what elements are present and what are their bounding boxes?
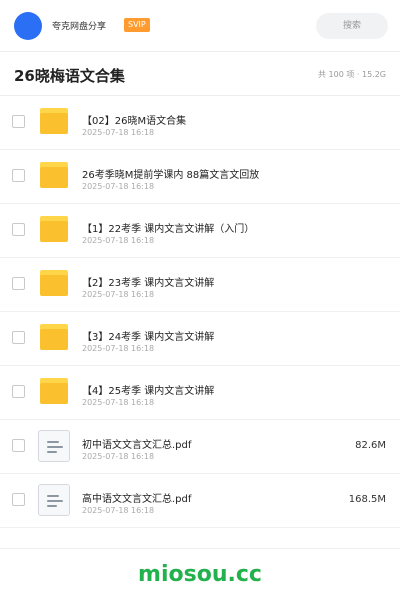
item-checkbox[interactable] bbox=[12, 169, 25, 182]
file-date: 2025-07-18 16:18 bbox=[82, 398, 155, 407]
file-date: 2025-07-18 16:18 bbox=[82, 290, 155, 299]
list-item[interactable]: 【3】24考季 课内文言文讲解 2025-07-18 16:18 bbox=[0, 312, 400, 366]
file-name: 26考季晓M提前学课内 88篇文言文回放 bbox=[82, 170, 260, 181]
file-date: 2025-07-18 16:18 bbox=[82, 452, 155, 461]
item-checkbox[interactable] bbox=[12, 277, 25, 290]
list-item[interactable]: 【4】25考季 课内文言文讲解 2025-07-18 16:18 bbox=[0, 366, 400, 420]
avatar[interactable] bbox=[14, 12, 42, 40]
file-name: 【1】22考季 课内文言文讲解（入门） bbox=[82, 224, 255, 235]
file-name: 【2】23考季 课内文言文讲解 bbox=[82, 278, 215, 289]
file-list: 【02】26晓M语文合集 2025-07-18 16:18 26考季晓M提前学课… bbox=[0, 96, 400, 528]
file-date: 2025-07-18 16:18 bbox=[82, 506, 155, 515]
file-name: 高中语文文言文汇总.pdf bbox=[82, 494, 192, 505]
folder-icon bbox=[40, 378, 68, 404]
folder-icon bbox=[40, 270, 68, 296]
item-checkbox[interactable] bbox=[12, 385, 25, 398]
file-date: 2025-07-18 16:18 bbox=[82, 344, 155, 353]
folder-icon bbox=[40, 216, 68, 242]
file-date: 2025-07-18 16:18 bbox=[82, 182, 155, 191]
folder-header: 26晓梅语文合集 共 100 项 · 15.2G bbox=[0, 52, 400, 96]
footer: miosou.cc bbox=[0, 548, 400, 600]
top-bar: 夸克网盘分享 SVIP 搜索 bbox=[0, 0, 400, 52]
folder-icon bbox=[40, 162, 68, 188]
item-checkbox[interactable] bbox=[12, 223, 25, 236]
file-name: 初中语文文言文汇总.pdf bbox=[82, 440, 192, 451]
file-name: 【02】26晓M语文合集 bbox=[82, 116, 187, 127]
item-checkbox[interactable] bbox=[12, 493, 25, 506]
item-checkbox[interactable] bbox=[12, 115, 25, 128]
document-icon bbox=[38, 484, 70, 516]
list-item[interactable]: 26考季晓M提前学课内 88篇文言文回放 2025-07-18 16:18 bbox=[0, 150, 400, 204]
file-name: 【3】24考季 课内文言文讲解 bbox=[82, 332, 215, 343]
folder-icon bbox=[40, 108, 68, 134]
item-checkbox[interactable] bbox=[12, 331, 25, 344]
list-item[interactable]: 【2】23考季 课内文言文讲解 2025-07-18 16:18 bbox=[0, 258, 400, 312]
account-name: 夸克网盘分享 bbox=[52, 22, 107, 32]
file-size: 82.6M bbox=[355, 440, 386, 451]
item-checkbox[interactable] bbox=[12, 439, 25, 452]
vip-badge: SVIP bbox=[124, 18, 150, 32]
list-item[interactable]: 高中语文文言文汇总.pdf 2025-07-18 16:18 168.5M bbox=[0, 474, 400, 528]
list-item[interactable]: 初中语文文言文汇总.pdf 2025-07-18 16:18 82.6M bbox=[0, 420, 400, 474]
search-input[interactable]: 搜索 bbox=[316, 13, 388, 39]
folder-stats: 共 100 项 · 15.2G bbox=[318, 70, 386, 79]
file-size: 168.5M bbox=[348, 494, 386, 505]
file-date: 2025-07-18 16:18 bbox=[82, 236, 155, 245]
watermark-text: miosou.cc bbox=[138, 562, 262, 587]
list-item[interactable]: 【02】26晓M语文合集 2025-07-18 16:18 bbox=[0, 96, 400, 150]
page-title: 26晓梅语文合集 bbox=[14, 67, 125, 85]
folder-icon bbox=[40, 324, 68, 350]
document-icon bbox=[38, 430, 70, 462]
list-item[interactable]: 【1】22考季 课内文言文讲解（入门） 2025-07-18 16:18 bbox=[0, 204, 400, 258]
file-name: 【4】25考季 课内文言文讲解 bbox=[82, 386, 215, 397]
file-date: 2025-07-18 16:18 bbox=[82, 128, 155, 137]
